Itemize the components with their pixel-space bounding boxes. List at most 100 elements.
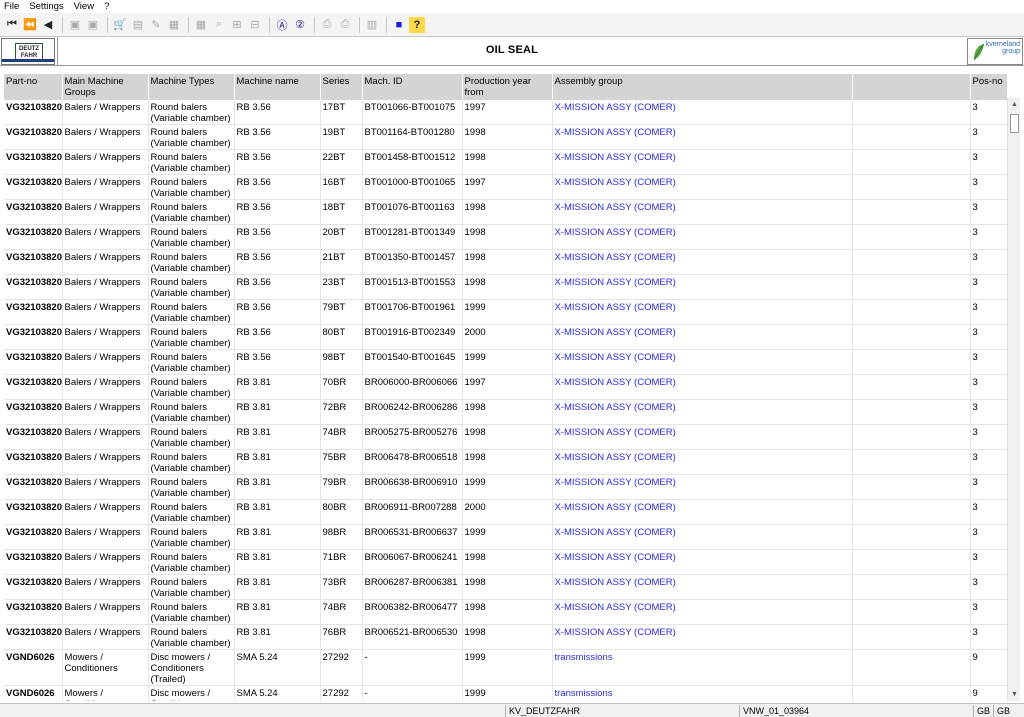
- cell-assembly-group[interactable]: X-MISSION ASSY (COMER): [552, 549, 853, 575]
- cell-assembly-group[interactable]: X-MISSION ASSY (COMER): [552, 624, 853, 650]
- cell-assembly-group[interactable]: X-MISSION ASSY (COMER): [552, 199, 853, 225]
- table-row[interactable]: VG32103820 Balers / Wrappers Round balers …: [4, 624, 1007, 650]
- table-row[interactable]: VG32103820 Balers / Wrappers Round balers …: [4, 524, 1007, 550]
- cell-assembly-group[interactable]: X-MISSION ASSY (COMER): [552, 349, 853, 375]
- column-header[interactable]: [852, 74, 971, 100]
- column-header[interactable]: Machine Types: [148, 74, 235, 100]
- cell-assembly-group[interactable]: transmissions: [552, 649, 853, 686]
- menu-item-view[interactable]: View: [74, 1, 94, 12]
- table-row[interactable]: VG32103820 Balers / Wrappers Round balers …: [4, 349, 1007, 375]
- cell-assembly-group[interactable]: X-MISSION ASSY (COMER): [552, 374, 853, 400]
- table-row[interactable]: VG32103820 Balers / Wrappers Round balers …: [4, 599, 1007, 625]
- print-layout-icon[interactable]: ▦: [166, 17, 182, 33]
- table-row[interactable]: VG32103820 Balers / Wrappers Round balers …: [4, 324, 1007, 350]
- column-header[interactable]: Pos-no: [970, 74, 1007, 100]
- page-next-icon[interactable]: ▣: [85, 17, 101, 33]
- table-row[interactable]: VG32103820 Balers / Wrappers Round balers …: [4, 424, 1007, 450]
- zoom-icon[interactable]: ⌕: [211, 17, 227, 33]
- scroll-up-icon[interactable]: ▲: [1010, 100, 1019, 109]
- grid-icon[interactable]: ▦: [193, 17, 209, 33]
- cell-assembly-group[interactable]: X-MISSION ASSY (COMER): [552, 324, 853, 350]
- table-row[interactable]: VG32103820 Balers / Wrappers Round balers …: [4, 249, 1007, 275]
- table-row[interactable]: VG32103820 Balers / Wrappers Round balers …: [4, 499, 1007, 525]
- cell-assembly-group[interactable]: X-MISSION ASSY (COMER): [552, 274, 853, 300]
- cell-assembly-group[interactable]: X-MISSION ASSY (COMER): [552, 174, 853, 200]
- cell-pos-no: 3: [970, 424, 1007, 450]
- table-row[interactable]: VG32103820 Balers / Wrappers Round balers …: [4, 549, 1007, 575]
- table-row[interactable]: VG32103820 Balers / Wrappers Round balers …: [4, 149, 1007, 175]
- cell-assembly-group[interactable]: X-MISSION ASSY (COMER): [552, 224, 853, 250]
- cell-machine-name: RB 3.56: [234, 100, 321, 125]
- help-icon[interactable]: ?: [409, 16, 425, 33]
- table-row[interactable]: VG32103820 Balers / Wrappers Round balers …: [4, 199, 1007, 225]
- first-page-icon[interactable]: ⏮: [4, 17, 20, 33]
- column-header[interactable]: Machine name: [234, 74, 321, 100]
- cell-assembly-group[interactable]: X-MISSION ASSY (COMER): [552, 449, 853, 475]
- scrollbar-thumb[interactable]: [1010, 114, 1019, 133]
- menu-item-file[interactable]: File: [4, 1, 19, 12]
- cell-machine-type: Round balers (Variable chamber): [148, 174, 235, 200]
- zoom-out-icon[interactable]: ⊟: [247, 17, 263, 33]
- column-header[interactable]: Main Machine Groups: [62, 74, 149, 100]
- table-row[interactable]: VG32103820 Balers / Wrappers Round balers …: [4, 574, 1007, 600]
- book-icon[interactable]: ▥: [364, 17, 380, 33]
- cell-machine-name: RB 3.81: [234, 399, 321, 425]
- vertical-scrollbar[interactable]: ▲ ▼: [1007, 98, 1020, 701]
- table-row[interactable]: VG32103820 Balers / Wrappers Round balers …: [4, 474, 1007, 500]
- column-header[interactable]: Part-no: [4, 74, 63, 100]
- cell-assembly-group[interactable]: X-MISSION ASSY (COMER): [552, 100, 853, 125]
- table-row[interactable]: VG32103820 Balers / Wrappers Round balers …: [4, 100, 1007, 125]
- cell-assembly-group[interactable]: X-MISSION ASSY (COMER): [552, 399, 853, 425]
- table-row[interactable]: VG32103820 Balers / Wrappers Round balers …: [4, 224, 1007, 250]
- column-header[interactable]: Production year from: [462, 74, 553, 100]
- cell-part-no: VG32103820: [4, 199, 63, 225]
- table-row[interactable]: VGND6026Mowers / ConditionersDisc mowers…: [4, 649, 1007, 686]
- column-header[interactable]: Mach. ID: [362, 74, 463, 100]
- toolbar-separator: [269, 16, 270, 33]
- list-icon[interactable]: ▤: [130, 17, 146, 33]
- cell-assembly-group[interactable]: X-MISSION ASSY (COMER): [552, 499, 853, 525]
- cell-empty: [852, 399, 971, 425]
- stop-icon[interactable]: ■: [391, 17, 407, 33]
- cell-series: 80BT: [320, 324, 363, 350]
- table-row[interactable]: VGND6026Mowers / ConditionersDisc mowers…: [4, 685, 1007, 701]
- table-row[interactable]: VG32103820 Balers / Wrappers Round balers …: [4, 274, 1007, 300]
- table-row[interactable]: VG32103820 Balers / Wrappers Round balers …: [4, 374, 1007, 400]
- column-header[interactable]: Series: [320, 74, 363, 100]
- page-prev-icon[interactable]: ▣: [67, 17, 83, 33]
- cell-assembly-group[interactable]: X-MISSION ASSY (COMER): [552, 574, 853, 600]
- cell-assembly-group[interactable]: X-MISSION ASSY (COMER): [552, 124, 853, 150]
- kverneland-leaf-icon: [973, 43, 985, 61]
- cell-assembly-group[interactable]: X-MISSION ASSY (COMER): [552, 249, 853, 275]
- cart-icon[interactable]: 🛒: [112, 17, 128, 33]
- table-row[interactable]: VG32103820 Balers / Wrappers Round balers …: [4, 449, 1007, 475]
- cell-part-no: VG32103820: [4, 549, 63, 575]
- search-2-icon[interactable]: ②: [292, 17, 308, 33]
- cell-assembly-group[interactable]: X-MISSION ASSY (COMER): [552, 424, 853, 450]
- menu-bar: File Settings View?: [0, 0, 1024, 13]
- print-icon[interactable]: ⎙: [319, 17, 335, 33]
- scroll-down-icon[interactable]: ▼: [1010, 690, 1019, 699]
- cell-assembly-group[interactable]: X-MISSION ASSY (COMER): [552, 599, 853, 625]
- column-header[interactable]: Assembly group: [552, 74, 853, 100]
- previous-page-icon[interactable]: ⏪: [22, 17, 38, 33]
- table-row[interactable]: VG32103820 Balers / Wrappers Round balers …: [4, 399, 1007, 425]
- menu-item-settings[interactable]: Settings: [29, 1, 63, 12]
- back-icon[interactable]: ◀: [40, 17, 56, 33]
- table-row[interactable]: VG32103820 Balers / Wrappers Round balers …: [4, 174, 1007, 200]
- cell-assembly-group[interactable]: transmissions: [552, 685, 853, 701]
- menu-item-help[interactable]: ?: [104, 1, 109, 12]
- cell-main-group: Balers / Wrappers: [62, 199, 149, 225]
- cell-assembly-group[interactable]: X-MISSION ASSY (COMER): [552, 149, 853, 175]
- cell-assembly-group[interactable]: X-MISSION ASSY (COMER): [552, 474, 853, 500]
- print-preview-icon[interactable]: ⎙: [337, 17, 353, 33]
- table-row[interactable]: VG32103820 Balers / Wrappers Round balers …: [4, 124, 1007, 150]
- cell-assembly-group[interactable]: X-MISSION ASSY (COMER): [552, 524, 853, 550]
- cell-production-year: 1998: [462, 574, 553, 600]
- cell-assembly-group[interactable]: X-MISSION ASSY (COMER): [552, 299, 853, 325]
- edit-icon[interactable]: ✎: [148, 17, 164, 33]
- table-row[interactable]: VG32103820 Balers / Wrappers Round balers …: [4, 299, 1007, 325]
- search-a-icon[interactable]: Ⓐ: [274, 17, 290, 33]
- cell-production-year: 1999: [462, 474, 553, 500]
- zoom-in-icon[interactable]: ⊞: [229, 17, 245, 33]
